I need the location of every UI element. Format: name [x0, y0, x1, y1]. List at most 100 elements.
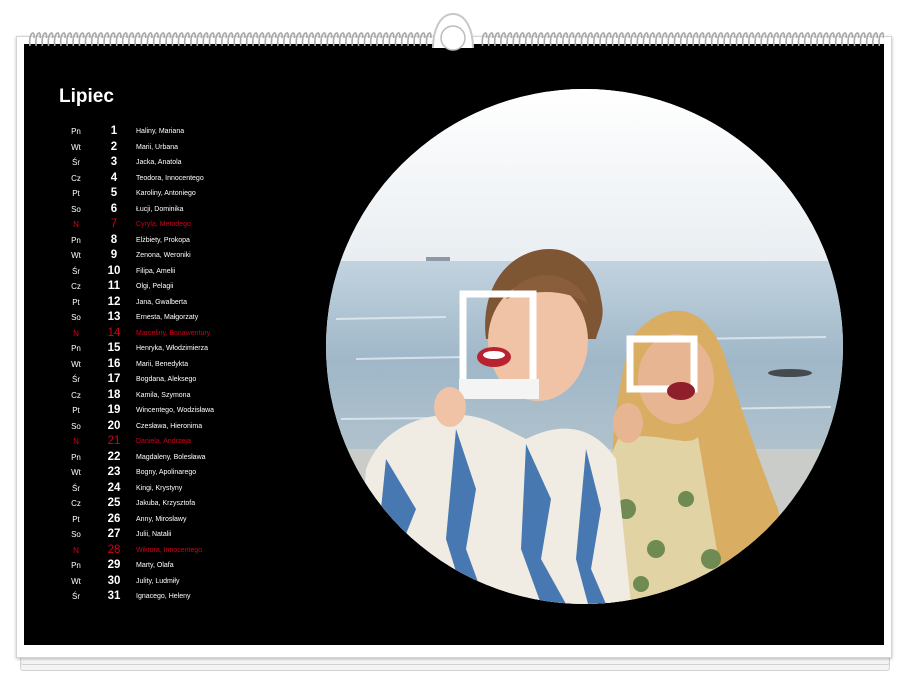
weekday-label: Cz [71, 282, 81, 291]
name-day: Henryka, Włodzimierza [136, 345, 208, 352]
name-day: Cyryla, Metodego [136, 221, 191, 228]
name-day: Marty, Olafa [136, 562, 174, 569]
calendar-page: Lipiec Pn 1 Haliny, Mariana Wt 2 Marii, Urban… [24, 44, 884, 645]
weekday-label: So [71, 421, 81, 431]
weekday-label: Śr [72, 483, 80, 493]
name-day: Bogny, Apolinarego [136, 469, 197, 476]
photo-two-women-beach-icon [326, 89, 843, 604]
day-row: Cz 25 Jakuba, Krzysztofa [64, 496, 304, 512]
day-row: Wt 16 Marii, Benedykta [64, 357, 304, 373]
name-day: Jacka, Anatola [136, 159, 182, 166]
weekday-label: N [73, 437, 79, 446]
weekday-label: Śr [72, 592, 80, 601]
weekday-label: Pn [71, 235, 81, 245]
day-row: Pn 22 Magdaleny, Bolesława [64, 450, 304, 466]
day-number: 18 [107, 388, 121, 401]
month-title: Lipiec [59, 86, 114, 107]
name-day: Julii, Natalii [136, 531, 172, 538]
photo [326, 89, 843, 604]
day-row: Śr 3 Jacka, Anatola [64, 155, 304, 171]
day-number: 14 [107, 326, 121, 339]
day-number: 8 [110, 233, 118, 246]
day-number: 2 [110, 140, 118, 153]
day-number: 25 [107, 497, 121, 509]
day-row: Pn 1 Haliny, Mariana [64, 124, 304, 140]
day-number: 12 [107, 295, 121, 308]
weekday-label: So [71, 530, 81, 539]
day-number: 27 [107, 528, 121, 540]
name-day: Daniela, Andrzeja [136, 438, 191, 445]
name-day: Olgi, Pelagii [136, 283, 174, 290]
day-row: Cz 18 Kamila, Szymona [64, 388, 304, 404]
day-row: Śr 31 Ignacego, Heleny [64, 589, 304, 605]
day-number: 13 [107, 311, 121, 323]
day-number: 10 [107, 264, 121, 277]
day-row: Wt 23 Bogny, Apolinarego [64, 465, 304, 481]
day-number: 6 [110, 202, 118, 215]
day-number: 22 [107, 450, 121, 463]
day-row: Pt 26 Anny, Mirosławy [64, 512, 304, 528]
weekday-label: Pt [72, 189, 80, 198]
day-number: 20 [107, 419, 121, 432]
name-day: Bogdana, Aleksego [136, 376, 197, 383]
name-day: Anny, Mirosławy [136, 515, 187, 523]
name-day: Zenona, Weroniki [136, 252, 191, 259]
name-day: Ignacego, Heleny [136, 593, 191, 600]
day-number: 9 [110, 249, 118, 261]
day-row: Pn 15 Henryka, Włodzimierza [64, 341, 304, 357]
weekday-label: Cz [71, 499, 81, 508]
day-number: 16 [107, 357, 121, 370]
name-day: Jana, Gwalberta [136, 298, 187, 306]
day-number: 1 [110, 125, 118, 137]
day-number: 31 [107, 590, 121, 602]
weekday-label: Pt [72, 297, 80, 307]
day-number: 29 [107, 559, 121, 571]
weekday-label: Wt [71, 576, 81, 586]
day-number: 26 [107, 512, 121, 525]
day-number: 28 [107, 543, 121, 556]
name-day: Magdaleny, Bolesława [136, 453, 206, 461]
day-row: Pt 12 Jana, Gwalberta [64, 295, 304, 311]
day-number: 3 [110, 156, 118, 168]
day-number: 7 [110, 218, 118, 230]
weekday-label: Śr [72, 266, 80, 276]
name-day: Marii, Urbana [136, 143, 179, 151]
name-day: Filipa, Amelii [136, 267, 176, 275]
day-row: Wt 30 Julity, Ludmiły [64, 574, 304, 590]
name-day: Wincentego, Wodzisława [136, 407, 215, 414]
day-number: 23 [107, 466, 121, 478]
day-number: 4 [110, 171, 118, 184]
day-row: Śr 10 Filipa, Amelii [64, 264, 304, 280]
weekday-label: Śr [72, 158, 80, 167]
weekday-label: Wt [71, 142, 81, 152]
name-day: Haliny, Mariana [136, 128, 185, 135]
day-row: Śr 24 Kingi, Krystyny [64, 481, 304, 497]
weekday-label: N [73, 328, 79, 338]
name-day: Czesława, Hieronima [136, 422, 203, 430]
day-row: So 6 Łucji, Dominika [64, 202, 304, 218]
day-row: N 28 Wiktora, Innocentego [64, 543, 304, 559]
hanger-hook-icon [432, 12, 474, 51]
day-number: 5 [110, 187, 118, 199]
day-number: 17 [107, 373, 121, 385]
day-number: 30 [107, 574, 121, 587]
day-row: Cz 4 Teodora, Innocentego [64, 171, 304, 187]
day-number: 19 [107, 404, 121, 416]
name-day: Elżbiety, Prokopa [136, 236, 190, 244]
weekday-label: Pt [72, 514, 80, 524]
weekday-label: Pn [71, 127, 81, 136]
day-list: Pn 1 Haliny, Mariana Wt 2 Marii, Urbana Śr 3 Jac… [64, 124, 304, 605]
day-row: Śr 17 Bogdana, Aleksego [64, 372, 304, 388]
day-number: 15 [107, 342, 121, 354]
weekday-label: N [73, 545, 79, 555]
name-day: Teodora, Innocentego [136, 174, 204, 182]
day-row: Pn 8 Elżbiety, Prokopa [64, 233, 304, 249]
day-row: Cz 11 Olgi, Pelagii [64, 279, 304, 295]
weekday-label: N [73, 220, 79, 229]
weekday-label: Wt [71, 251, 81, 260]
day-row: Wt 9 Zenona, Weroniki [64, 248, 304, 264]
name-day: Jakuba, Krzysztofa [136, 500, 196, 507]
name-day: Marceliny, Bonawentury [136, 329, 211, 337]
weekday-label: So [71, 313, 81, 322]
name-day: Julity, Ludmiły [136, 577, 180, 585]
